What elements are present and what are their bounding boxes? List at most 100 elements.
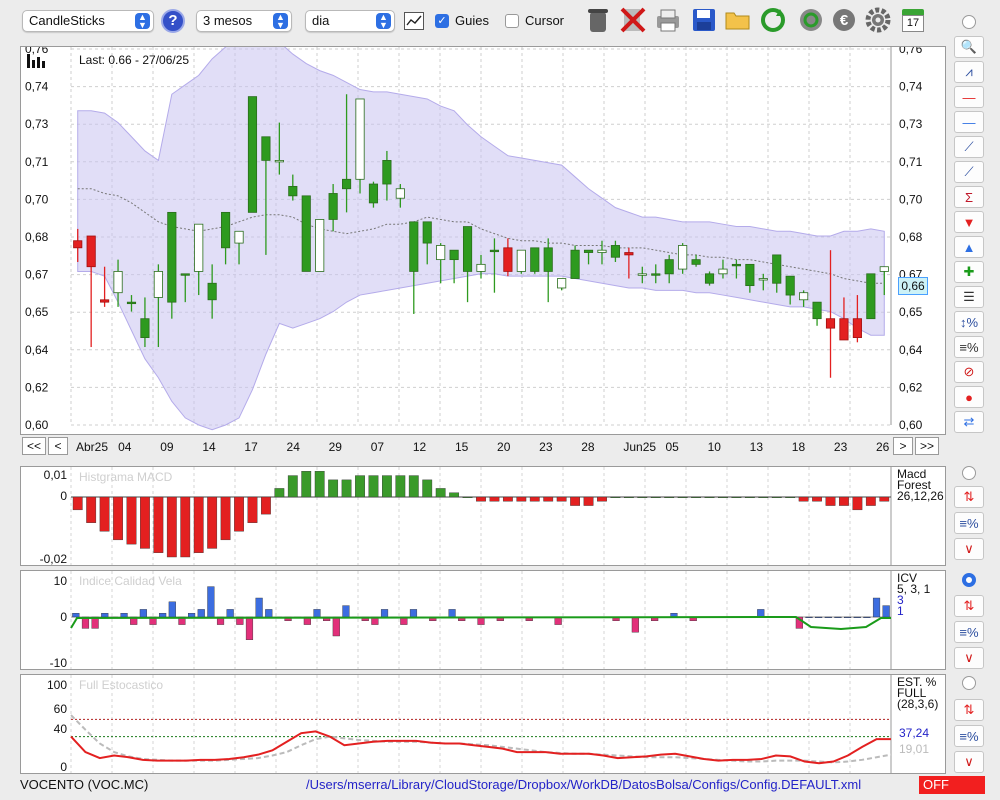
icv-bar xyxy=(409,609,418,618)
delete-icon[interactable] xyxy=(619,6,647,34)
y-tick-label: 0 xyxy=(60,489,67,503)
arrow-down-red-button[interactable]: ▼ xyxy=(954,211,984,233)
lines-percent-button[interactable]: ≡% xyxy=(954,621,984,643)
guides-checkbox[interactable]: ✓ xyxy=(435,14,449,28)
candle-body xyxy=(261,136,271,161)
help-icon[interactable]: ? xyxy=(161,9,185,33)
candle-body xyxy=(785,275,795,296)
update-icon[interactable] xyxy=(797,6,825,34)
candle-body xyxy=(382,160,392,185)
y-tick-label: 0 xyxy=(60,760,67,773)
histogram-bar xyxy=(583,496,594,506)
nav-next-button[interactable]: > xyxy=(893,437,913,455)
arrows-updown-button[interactable]: ⇅ xyxy=(954,486,984,508)
histogram-bar xyxy=(381,475,392,498)
euro-icon[interactable]: € xyxy=(830,6,858,34)
horizontal-line-red-icon: — xyxy=(962,89,976,105)
x-tick-label: 24 xyxy=(287,440,301,454)
v-curve-button[interactable]: ∨ xyxy=(954,647,984,669)
lines-percent-button[interactable]: ≡% xyxy=(954,512,984,534)
calendar-icon[interactable]: 17 xyxy=(899,6,927,34)
trendline-dotted-button[interactable]: ⟋ xyxy=(954,136,984,158)
x-tick-label: 12 xyxy=(413,440,427,454)
candle-body xyxy=(194,223,204,272)
histogram-bar xyxy=(664,496,675,499)
interval-select[interactable]: dia ▲ ▼ xyxy=(305,10,395,32)
candle-body xyxy=(409,221,419,272)
candle-body xyxy=(368,183,379,204)
panel-radio-main[interactable] xyxy=(962,15,976,29)
indicator-button[interactable]: ⩘ xyxy=(954,61,984,83)
panel-radio-macd[interactable] xyxy=(962,466,976,480)
chevron-updown-icon: ▲ ▼ xyxy=(273,13,288,30)
v-curve-button[interactable]: ∨ xyxy=(954,751,984,773)
trendline-dotted-icon: ⟋ xyxy=(964,139,974,154)
icv-bar xyxy=(805,616,813,619)
horizontal-line-blue-button[interactable]: — xyxy=(954,111,984,133)
list-button[interactable]: ☰ xyxy=(954,286,984,308)
refresh-icon[interactable] xyxy=(759,6,787,34)
print-icon[interactable] xyxy=(654,6,682,34)
icv-bar xyxy=(265,609,273,618)
record-button[interactable]: ● xyxy=(954,386,984,408)
candle-body xyxy=(825,318,836,329)
candle-body xyxy=(328,193,338,220)
stop-button[interactable]: ⊘ xyxy=(954,361,984,383)
chart-type-select[interactable]: CandleSticks ▲ ▼ xyxy=(22,10,154,32)
y-tick-label-right: 0,70 xyxy=(899,192,923,206)
chart-screen-icon[interactable] xyxy=(404,12,424,30)
trash-icon[interactable] xyxy=(584,6,612,34)
histogram-bar xyxy=(839,496,849,506)
plus-arrows-button[interactable]: ✚ xyxy=(954,261,984,283)
candle-body xyxy=(812,301,822,320)
icv-bar xyxy=(226,609,234,618)
folder-icon[interactable] xyxy=(724,6,752,34)
nav-prev-button[interactable]: < xyxy=(48,437,68,455)
panel-radio-icv[interactable] xyxy=(962,573,976,587)
save-icon[interactable] xyxy=(690,6,718,34)
histogram-bar xyxy=(610,496,621,499)
icv-bar xyxy=(159,613,167,618)
candle-body xyxy=(207,282,217,301)
bar-chart-icon[interactable] xyxy=(26,54,50,71)
lines-percent-button[interactable]: ≡% xyxy=(954,725,984,747)
config-path-link[interactable]: /Users/mserra/Library/CloudStorage/Dropb… xyxy=(306,777,861,792)
y-tick-label-left: 0,70 xyxy=(25,192,49,206)
vertical-percent-button[interactable]: ↕% xyxy=(954,311,984,333)
vertical-percent-icon: ↕% xyxy=(959,314,979,330)
candle-body xyxy=(610,245,620,258)
candle-body xyxy=(839,318,849,341)
candle-body xyxy=(543,247,553,272)
calendar-day: 17 xyxy=(902,14,924,32)
y-tick-label-left: 0,62 xyxy=(25,380,49,394)
nav-last-button[interactable]: >> xyxy=(915,437,939,455)
candle-body xyxy=(476,263,486,272)
horizontal-line-red-button[interactable]: — xyxy=(954,86,984,108)
sigma-trend-button[interactable]: Σ xyxy=(954,186,984,208)
status-off-badge[interactable]: OFF xyxy=(919,776,985,794)
arrow-up-blue-button[interactable]: ▲ xyxy=(954,236,984,258)
arrows-updown-button[interactable]: ⇅ xyxy=(954,699,984,721)
x-tick-label: 20 xyxy=(497,440,511,454)
x-tick-label: 04 xyxy=(118,440,132,454)
gear-icon[interactable] xyxy=(864,6,892,34)
stop-icon: ⊘ xyxy=(963,364,975,379)
v-curve-button[interactable]: ∨ xyxy=(954,538,984,560)
x-tick-label: 13 xyxy=(750,440,764,454)
candle-body xyxy=(342,178,352,190)
macd-histogram: Histgrama MACD0,010-0,02MacdForest26,12,… xyxy=(40,467,944,566)
y-tick-label: 10 xyxy=(54,574,68,588)
histogram-bar xyxy=(462,496,473,499)
trendline-button[interactable]: ⟋ xyxy=(954,161,984,183)
nav-first-button[interactable]: << xyxy=(22,437,46,455)
horizontal-percent-button[interactable]: ≡% xyxy=(954,336,984,358)
x-tick-label: 18 xyxy=(792,440,806,454)
cursor-checkbox[interactable] xyxy=(505,14,519,28)
candle-body xyxy=(866,273,876,320)
zoom-button[interactable]: 🔍 xyxy=(954,36,984,58)
arrows-updown-button[interactable]: ⇅ xyxy=(954,595,984,617)
y-tick-label-right: 0,60 xyxy=(899,418,923,432)
panel-radio-stochastic[interactable] xyxy=(962,676,976,690)
period-select[interactable]: 3 mesos ▲ ▼ xyxy=(196,10,292,32)
swap-button[interactable]: ⇄ xyxy=(954,411,984,433)
